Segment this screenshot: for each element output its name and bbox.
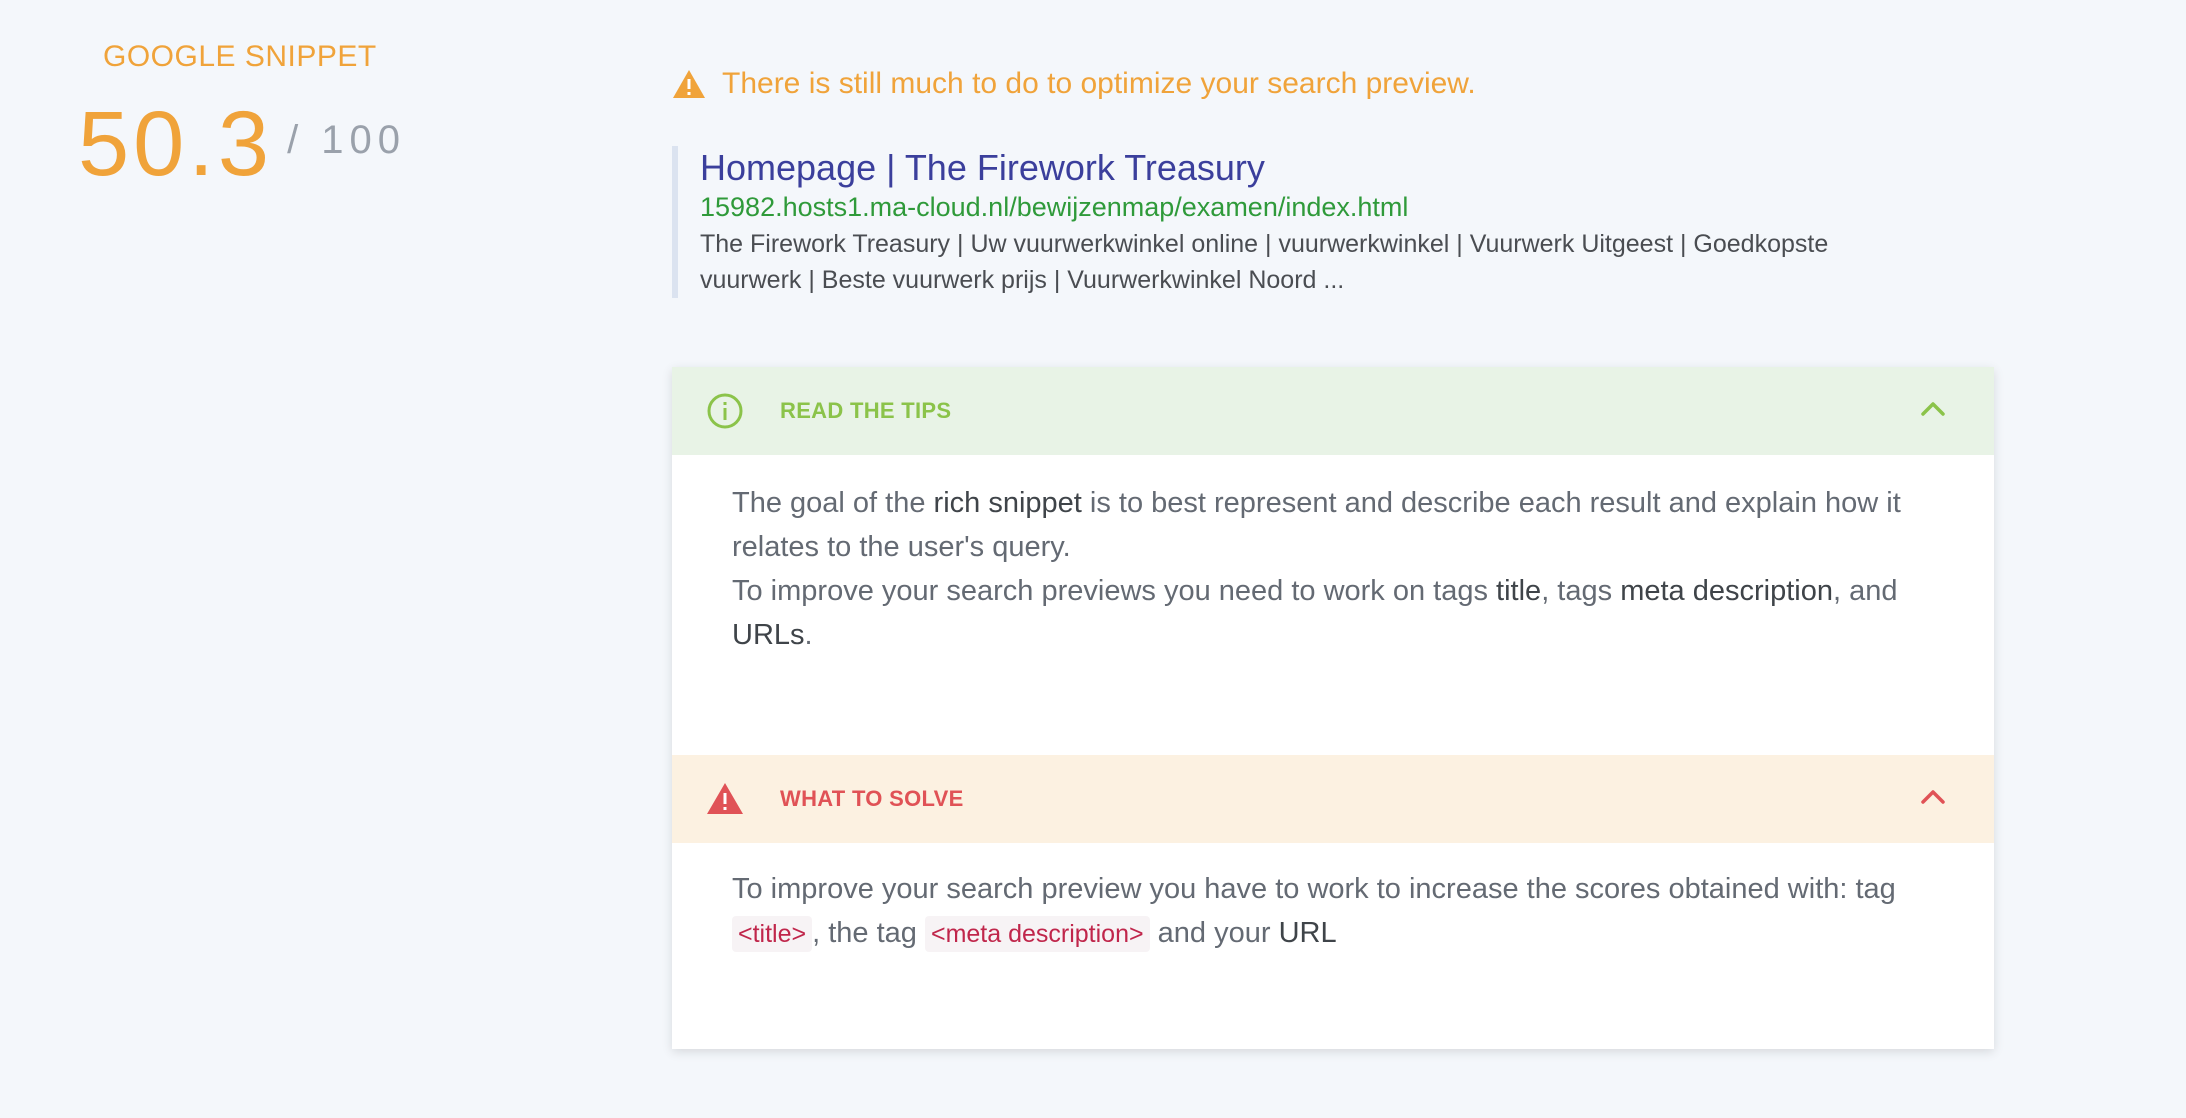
solve-text: To improve your search preview you have … bbox=[732, 873, 1896, 905]
solve-text: , the tag bbox=[812, 917, 925, 949]
alert-triangle-icon bbox=[706, 780, 744, 818]
tips-paragraph-1: The goal of the rich snippet is to best … bbox=[732, 481, 1934, 569]
preview-title: Homepage | The Firework Treasury bbox=[700, 147, 1265, 188]
meta-description-tag-code: <meta description> bbox=[924, 916, 1150, 952]
search-preview: Homepage | The Firework Treasury 15982.h… bbox=[672, 146, 2000, 298]
preview-url: 15982.hosts1.ma-cloud.nl/bewijzenmap/exa… bbox=[700, 192, 1409, 222]
score-max: / 100 bbox=[287, 118, 407, 162]
score-row: 50.3 / 100 bbox=[78, 92, 406, 197]
chevron-up-icon[interactable] bbox=[1920, 399, 1946, 419]
solve-body: To improve your search preview you have … bbox=[672, 843, 1994, 955]
tips-label: READ THE TIPS bbox=[780, 398, 952, 423]
tips-highlight: URLs bbox=[732, 619, 805, 651]
tips-text: , tags bbox=[1541, 575, 1621, 607]
tips-paragraph-2: To improve your search previews you need… bbox=[732, 569, 1934, 657]
solve-header[interactable]: WHAT TO SOLVE bbox=[672, 755, 1994, 843]
warning-text: There is still much to do to optimize yo… bbox=[722, 67, 1476, 100]
tips-card: READ THE TIPS The goal of the rich snipp… bbox=[672, 367, 1994, 1049]
preview-description: The Firework Treasury | Uw vuurwerkwinke… bbox=[700, 230, 1829, 294]
title-tag-code: <title> bbox=[732, 916, 813, 952]
info-circle-icon bbox=[706, 392, 744, 430]
score-title: GOOGLE SNIPPET bbox=[103, 40, 377, 73]
solve-label: WHAT TO SOLVE bbox=[780, 786, 964, 811]
warning-message: There is still much to do to optimize yo… bbox=[672, 67, 1476, 101]
tips-body: The goal of the rich snippet is to best … bbox=[672, 455, 1994, 755]
score-value: 50.3 bbox=[78, 93, 274, 195]
tips-text: The goal of the bbox=[732, 487, 934, 519]
tips-highlight: meta description bbox=[1620, 575, 1833, 607]
tips-text: , and bbox=[1832, 575, 1898, 607]
solve-text: and your bbox=[1149, 917, 1279, 949]
page: GOOGLE SNIPPET 50.3 / 100 There is still… bbox=[0, 0, 2186, 1118]
chevron-up-icon[interactable] bbox=[1920, 787, 1946, 807]
tips-header[interactable]: READ THE TIPS bbox=[672, 367, 1994, 455]
solve-highlight: URL bbox=[1278, 917, 1337, 949]
tips-text: To improve your search previews you need… bbox=[732, 575, 1497, 607]
tips-highlight: rich snippet bbox=[933, 487, 1082, 519]
tips-text: . bbox=[804, 619, 813, 651]
warning-triangle-icon bbox=[672, 69, 706, 99]
tips-highlight: title bbox=[1496, 575, 1542, 607]
